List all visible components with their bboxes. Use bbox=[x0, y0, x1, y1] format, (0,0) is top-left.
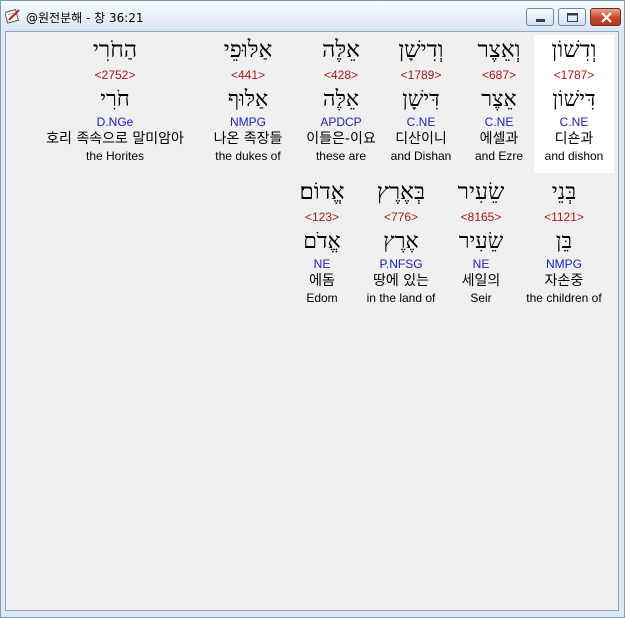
korean-gloss: 나온 족장들 bbox=[213, 131, 283, 147]
strong-number-link[interactable]: <428> bbox=[293, 67, 389, 83]
english-gloss: and Ezre bbox=[474, 149, 524, 163]
lemma-word: שֵׂעִיר bbox=[458, 229, 504, 254]
interlinear-panel: וְדִשׁוֹן <1787> דִּישׁוֹן C.NE 디숀과 and … bbox=[5, 31, 619, 611]
word-block[interactable]: וְדִישָׁן <1789> דִּישָׁן C.NE 디산이니 and … bbox=[381, 35, 461, 166]
korean-gloss: 호리 족속으로 말미암아 bbox=[46, 131, 184, 147]
korean-gloss: 자손중 bbox=[544, 273, 584, 289]
lemma-word: חֹרִי bbox=[100, 87, 130, 112]
parse-code: C.NE bbox=[484, 115, 514, 129]
hebrew-word: בְּאֶרֶץ bbox=[376, 179, 426, 205]
parse-code: NE bbox=[313, 257, 331, 271]
parse-code: C.NE bbox=[559, 115, 589, 129]
close-button[interactable] bbox=[590, 8, 621, 26]
strong-number-link[interactable]: <441> bbox=[203, 67, 293, 83]
strong-number-link[interactable]: <776> bbox=[361, 209, 441, 225]
word-block[interactable]: אֵלֶּה <428> אֵלֶּה APDCP 이들은-이요 these a… bbox=[293, 35, 389, 166]
parse-code: D.NGe bbox=[96, 115, 134, 129]
lemma-word: בֵּן bbox=[555, 229, 573, 254]
english-gloss: Edom bbox=[306, 291, 338, 305]
word-block[interactable]: אַלּוּפֵי <441> אַלּוּף NMPG 나온 족장들 the … bbox=[203, 35, 293, 166]
notebook-pencil-icon[interactable] bbox=[4, 8, 21, 24]
hebrew-word: אֵלֶּה bbox=[322, 37, 360, 63]
korean-gloss: 세일의 bbox=[461, 273, 501, 289]
korean-gloss: 디산이니 bbox=[395, 131, 447, 147]
parse-code: P.NFSG bbox=[379, 257, 423, 271]
strong-number-link[interactable]: <123> bbox=[282, 209, 362, 225]
strong-number-link[interactable]: <1789> bbox=[381, 67, 461, 83]
strong-number-link[interactable]: <8165> bbox=[441, 209, 521, 225]
korean-gloss: 이들은-이요 bbox=[306, 131, 376, 147]
lemma-word: אֶרֶץ bbox=[383, 229, 419, 254]
lemma-word: דִּישׁוֹן bbox=[552, 87, 596, 112]
hebrew-word: הַחֹרִי bbox=[92, 37, 138, 63]
word-block[interactable]: וְאֵצֶר <687> אֵצֶר C.NE 에셀과 and Ezre bbox=[459, 35, 539, 166]
word-block[interactable]: הַחֹרִי <2752> חֹרִי D.NGe 호리 족속으로 말미암아 … bbox=[32, 35, 198, 166]
strong-number-link[interactable]: <1121> bbox=[518, 209, 610, 225]
english-gloss: these are bbox=[315, 149, 367, 163]
parse-code: NE bbox=[472, 257, 490, 271]
window-bottom-border bbox=[1, 611, 624, 617]
korean-gloss: 에셀과 bbox=[479, 131, 519, 147]
word-block[interactable]: בְּאֶרֶץ <776> אֶרֶץ P.NFSG 땅에 있는 in the… bbox=[361, 177, 441, 308]
hebrew-word: וְדִישָׁן bbox=[398, 37, 444, 63]
strong-number-link[interactable]: <2752> bbox=[32, 67, 198, 83]
title-bar[interactable]: @원전분해 - 창 36:21 bbox=[1, 1, 624, 31]
lemma-word: אַלּוּף bbox=[227, 87, 269, 112]
word-block[interactable]: בְּנֵי <1121> בֵּן NMPG 자손중 the children… bbox=[518, 177, 610, 308]
hebrew-word: אַלּוּפֵי bbox=[223, 37, 273, 63]
english-gloss: and dishon bbox=[544, 149, 604, 163]
korean-gloss: 에돔 bbox=[309, 273, 335, 289]
hebrew-word: וְדִשׁוֹן bbox=[551, 37, 597, 63]
english-gloss: the dukes of bbox=[215, 149, 281, 163]
korean-gloss: 땅에 있는 bbox=[373, 273, 429, 289]
strong-number-link[interactable]: <1787> bbox=[534, 67, 614, 83]
word-block[interactable]: אֱדוֹם׃ <123> אֱדֹם NE 에돔 Edom bbox=[282, 177, 362, 308]
maximize-icon bbox=[567, 13, 578, 22]
app-window: @원전분해 - 창 36:21 וְדִשׁוֹן <1787> דִּישׁו… bbox=[0, 0, 625, 618]
english-gloss: in the land of bbox=[366, 291, 436, 305]
hebrew-word: שֵׂעִיר bbox=[457, 179, 505, 205]
hebrew-word: בְּנֵי bbox=[551, 179, 577, 205]
parse-code: NMPG bbox=[546, 257, 582, 271]
strong-number-link[interactable]: <687> bbox=[459, 67, 539, 83]
parse-code: C.NE bbox=[406, 115, 436, 129]
word-block[interactable]: שֵׂעִיר <8165> שֵׂעִיר NE 세일의 Seir bbox=[441, 177, 521, 308]
lemma-word: אֱדֹם bbox=[303, 229, 341, 254]
word-block[interactable]: וְדִשׁוֹן <1787> דִּישׁוֹן C.NE 디숀과 and … bbox=[534, 35, 614, 173]
minimize-icon bbox=[536, 19, 545, 22]
korean-gloss: 디숀과 bbox=[554, 131, 594, 147]
lemma-word: דִּישָׁן bbox=[402, 87, 440, 112]
english-gloss: Seir bbox=[470, 291, 492, 305]
parse-code: NMPG bbox=[230, 115, 266, 129]
hebrew-word: אֱדוֹם׃ bbox=[299, 179, 345, 205]
english-gloss: and Dishan bbox=[390, 149, 452, 163]
parse-code: APDCP bbox=[320, 115, 362, 129]
close-icon bbox=[601, 12, 612, 23]
english-gloss: the Horites bbox=[85, 149, 145, 163]
minimize-button[interactable] bbox=[526, 8, 554, 26]
window-title: @원전분해 - 창 36:21 bbox=[26, 11, 144, 25]
english-gloss: the children of bbox=[526, 291, 602, 305]
lemma-word: אֵלֶּה bbox=[322, 87, 360, 112]
maximize-button[interactable] bbox=[558, 8, 586, 26]
hebrew-word: וְאֵצֶר bbox=[477, 37, 521, 63]
lemma-word: אֵצֶר bbox=[481, 87, 517, 112]
